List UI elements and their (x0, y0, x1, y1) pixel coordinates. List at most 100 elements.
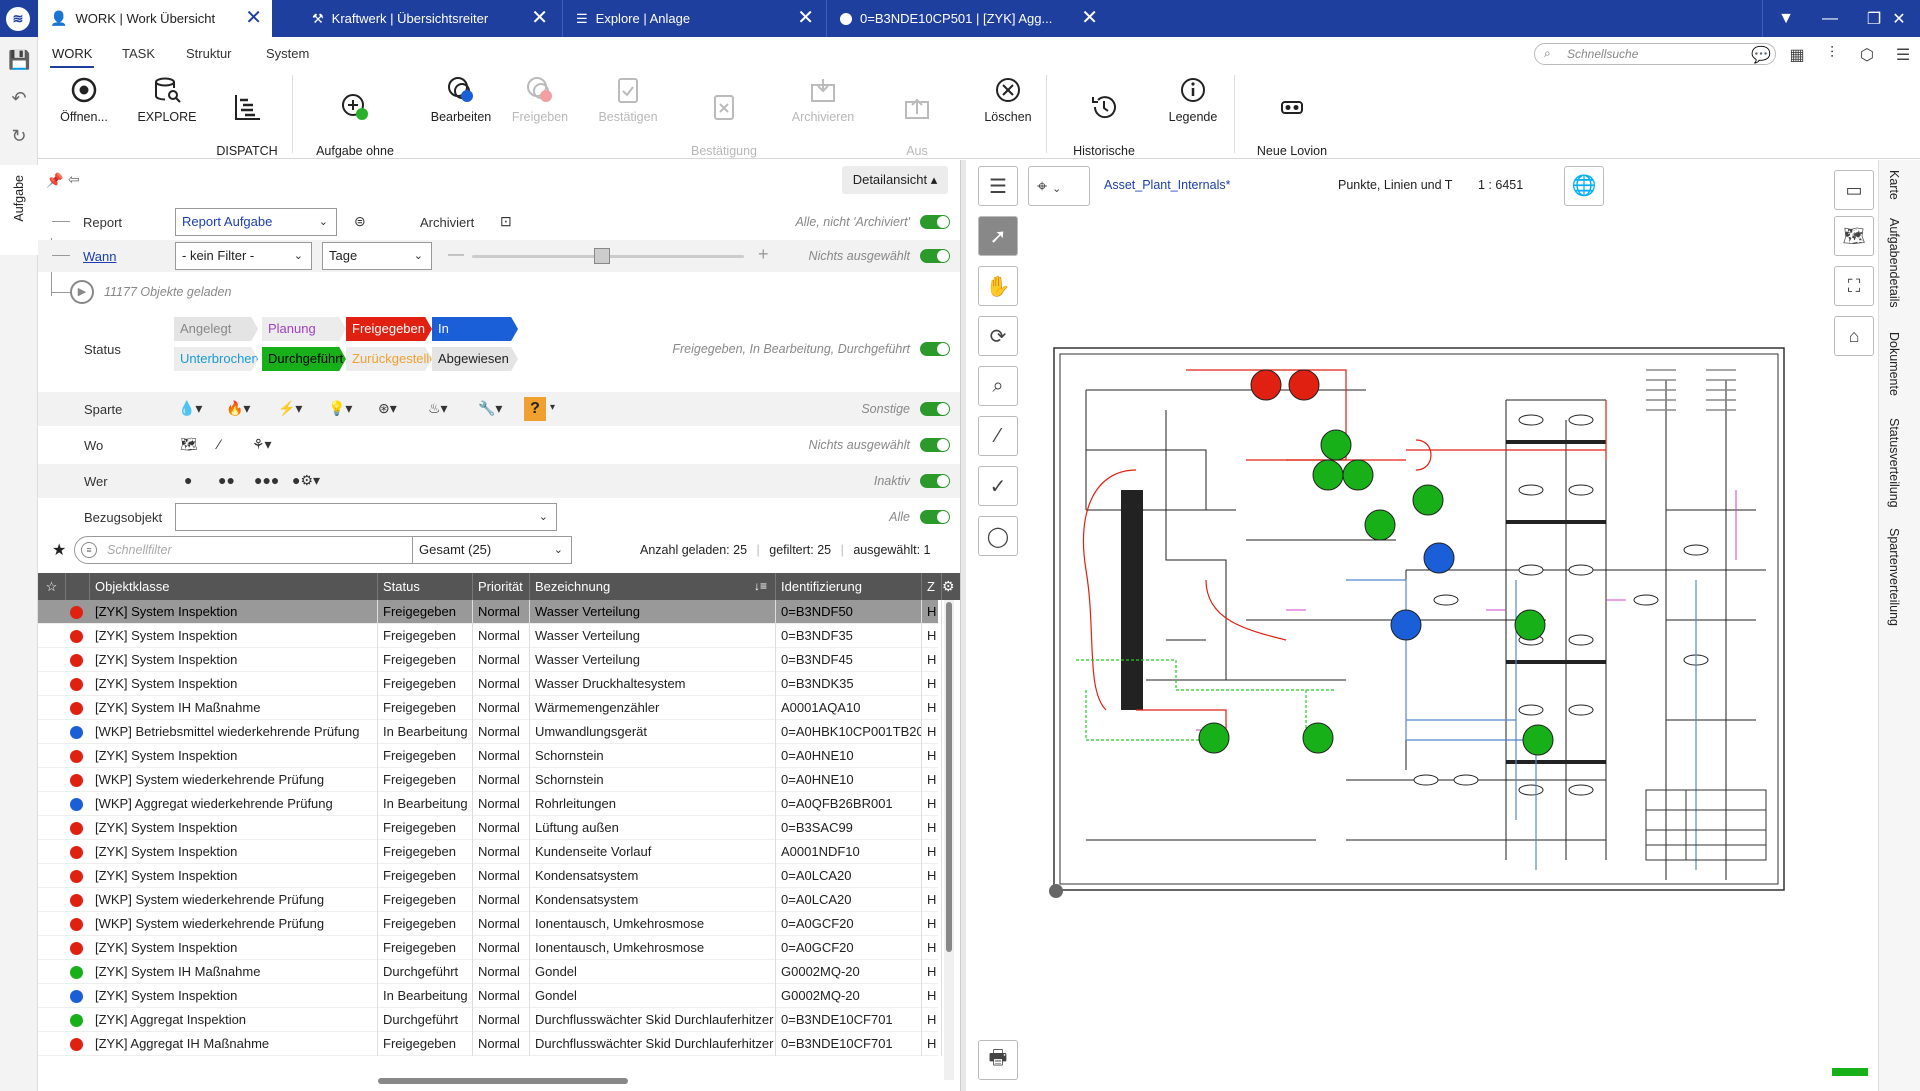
status-chip-1[interactable]: Angelegt (174, 317, 258, 341)
table-row[interactable]: [ZYK] System Inspektion Freigegeben Normal… (38, 840, 942, 864)
sparte-toggle[interactable] (920, 402, 950, 416)
horizontal-scrollbar[interactable] (378, 1078, 628, 1084)
check-tool[interactable]: ✓ (978, 466, 1018, 506)
tab-karte[interactable]: Karte (1887, 170, 1901, 200)
share-icon[interactable]: ⇦ (68, 171, 80, 188)
menu-struktur[interactable]: Struktur (186, 46, 232, 61)
light-bulb-icon[interactable]: 💡▾ (328, 400, 352, 417)
map-frame-button[interactable]: ▭ (1834, 170, 1874, 210)
column-settings-icon[interactable]: ⚙ (942, 578, 955, 595)
vertical-scrollbar[interactable] (944, 600, 954, 1080)
delete-button[interactable]: Löschen (978, 75, 1038, 126)
task-marker-12[interactable] (1302, 722, 1334, 754)
save-icon[interactable]: 💾 (8, 49, 30, 71)
explore-button[interactable]: EXPLORE (134, 75, 200, 126)
table-row[interactable]: [ZYK] System Inspektion Freigegeben Normal… (38, 648, 942, 672)
map-extent-button[interactable]: ⛶ (1834, 266, 1874, 306)
column-bezeichnung[interactable]: Bezeichnung (530, 573, 776, 600)
status-chip-5[interactable]: Unterbrochen (174, 347, 258, 371)
play-icon[interactable]: ▶ (70, 280, 94, 304)
wann-toggle[interactable] (920, 249, 950, 263)
open-button[interactable]: Öffnen... (54, 75, 114, 126)
menu-system[interactable]: System (266, 46, 309, 61)
layer-name[interactable]: Asset_Plant_Internals* (1104, 178, 1230, 192)
slider-plus-icon[interactable]: + (758, 244, 769, 265)
close-tab-icon[interactable]: ✕ (797, 7, 814, 29)
column-prioritaet[interactable]: Priorität (473, 573, 530, 600)
release-button[interactable]: Freigeben (506, 75, 574, 126)
menu-work[interactable]: WORK (49, 46, 95, 68)
user-settings-icon[interactable]: ●⚙▾ (292, 472, 320, 489)
map-layers-button[interactable]: 🗺 (1834, 216, 1874, 256)
network-icon[interactable]: ⊛▾ (378, 400, 397, 417)
table-row[interactable]: [ZYK] System Inspektion In Bearbeitung Nor… (38, 984, 942, 1008)
table-row[interactable]: [ZYK] System Inspektion Freigegeben Normal… (38, 744, 942, 768)
bezug-toggle[interactable] (920, 510, 950, 524)
table-row[interactable]: [WKP] Betriebsmittel wiederkehrende Prüf… (38, 720, 942, 744)
pointer-circle-tool[interactable]: ◯ (978, 516, 1018, 556)
status-chip-6[interactable]: Durchgeführt (262, 347, 346, 371)
confirm-button[interactable]: Bestätigen (592, 75, 664, 126)
column-favorite[interactable]: ☆ (38, 573, 66, 600)
electricity-icon[interactable]: ⚡▾ (278, 400, 302, 417)
sort-icon[interactable]: ↓≡ (754, 579, 767, 593)
task-marker-9[interactable] (1390, 609, 1422, 641)
archive-button[interactable]: Archivieren (780, 75, 866, 126)
tool-icon[interactable]: 🔧▾ (478, 400, 502, 417)
minimize-icon[interactable]: — (1808, 0, 1852, 37)
reference-object-dropdown[interactable]: ⌄ (175, 503, 557, 531)
task-marker-6[interactable] (1412, 484, 1444, 516)
pin-icon[interactable]: 📌 (46, 172, 63, 189)
single-user-icon[interactable]: ● (184, 472, 192, 488)
tab-work[interactable]: 👤 WORK | Work Übersicht ✕ (38, 0, 272, 37)
task-marker-5[interactable] (1342, 459, 1374, 491)
rotate-tool[interactable]: ⟳ (978, 316, 1018, 356)
quick-filter-input[interactable]: ≡ Schnellfilter (74, 536, 442, 564)
tab-dokumente[interactable]: Dokumente (1887, 332, 1901, 396)
hamburger-menu-icon[interactable]: ☰ (1892, 45, 1914, 64)
wo-toggle[interactable] (920, 438, 950, 452)
column-z[interactable]: Z (922, 573, 942, 600)
app-logo-icon[interactable]: ≋ (6, 7, 30, 31)
legend-button[interactable]: Legende (1160, 75, 1226, 126)
task-marker-4[interactable] (1312, 459, 1344, 491)
close-tab-icon[interactable]: ✕ (531, 7, 548, 29)
dashboard-icon[interactable]: ▦ (1786, 45, 1808, 64)
wann-filter-dropdown[interactable]: - kein Filter - ⌄ (175, 242, 312, 270)
search-input[interactable]: Schnellsuche (1534, 43, 1776, 65)
tab-kraftwerk[interactable]: ⚒ Kraftwerk | Übersichtsreiter ✕ (300, 0, 558, 37)
hierarchy-icon[interactable]: ⚘▾ (252, 436, 272, 453)
edit-button[interactable]: Bearbeiten (420, 75, 502, 126)
status-chip-3[interactable]: Freigegeben (346, 317, 432, 341)
table-row[interactable]: [ZYK] System IH Maßnahme Durchgeführt Norm… (38, 960, 942, 984)
tab-statusverteilung[interactable]: Statusverteilung (1887, 418, 1901, 508)
close-window-icon[interactable]: ✕ (1878, 0, 1920, 37)
task-marker-13[interactable] (1522, 724, 1554, 756)
refresh-icon[interactable]: ↻ (8, 125, 30, 147)
slider-minus-icon[interactable]: — (448, 246, 464, 264)
map-menu-button[interactable]: ☰ (978, 166, 1018, 206)
report-toggle[interactable] (920, 215, 950, 229)
tab-object[interactable]: 0=B3NDE10CP501 | [ZYK] Agg... ✕ (828, 0, 1098, 37)
task-marker-1[interactable] (1250, 369, 1282, 401)
favorite-star-icon[interactable]: ★ (52, 540, 66, 560)
table-row[interactable]: [ZYK] System Inspektion Freigegeben Normal… (38, 600, 942, 624)
close-tab-icon[interactable]: ✕ (1081, 7, 1098, 29)
task-marker-8[interactable] (1423, 542, 1455, 574)
map-building-button[interactable]: ⌂ (1834, 316, 1874, 356)
column-status[interactable]: Status (378, 573, 473, 600)
print-tool[interactable]: 🖶 (978, 1040, 1018, 1080)
task-marker-11[interactable] (1198, 722, 1230, 754)
close-tab-icon[interactable]: ✕ (245, 7, 262, 29)
other-question-icon[interactable]: ? (524, 397, 546, 421)
table-row[interactable]: [ZYK] Aggregat Inspektion Durchgeführt Nor… (38, 1008, 942, 1032)
archive-toggle-icon[interactable]: ⊡ (500, 213, 512, 230)
task-marker-2[interactable] (1288, 369, 1320, 401)
tab-spartenverteilung[interactable]: Spartenverteilung (1887, 528, 1901, 626)
filter-list-icon[interactable]: ⊜ (354, 213, 366, 230)
group-icon[interactable]: ●●● (254, 472, 279, 488)
tab-list-dropdown-icon[interactable]: ▼ (1764, 0, 1808, 37)
table-row[interactable]: [WKP] System wiederkehrende Prüfung Freig… (38, 888, 942, 912)
status-chip-2[interactable]: Planung (262, 317, 346, 341)
gas-flame-icon[interactable]: 🔥▾ (226, 400, 250, 417)
